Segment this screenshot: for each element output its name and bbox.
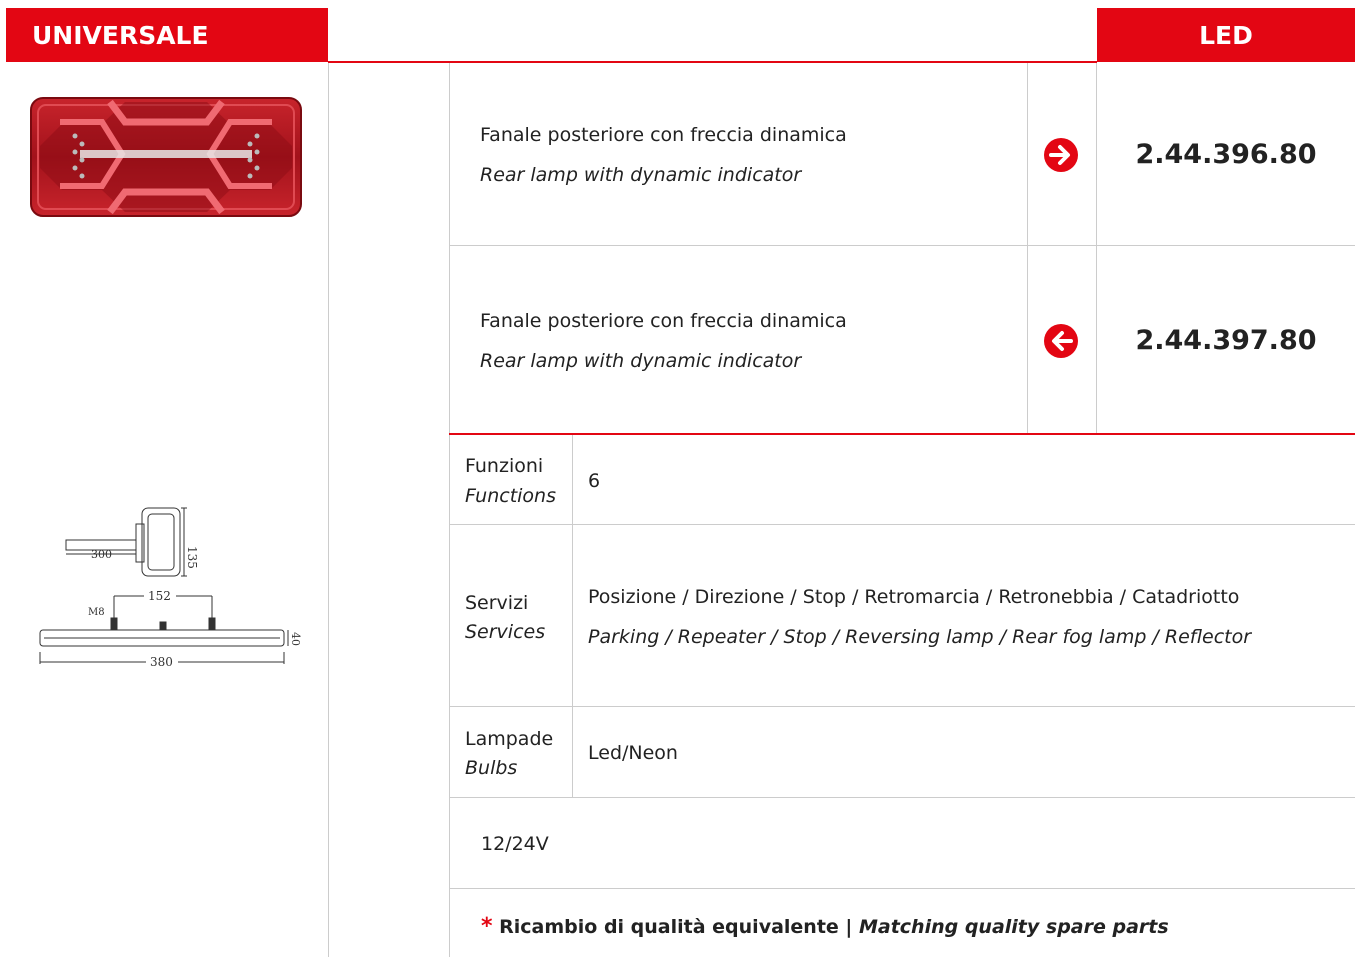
- bulbs-label-en: Bulbs: [465, 757, 518, 779]
- bulbs-value: Led/Neon: [588, 742, 678, 764]
- depth-dimension-label: 40: [289, 632, 302, 646]
- product-1-desc-en: Rear lamp with dynamic indicator: [480, 164, 802, 186]
- bulbs-label-it: Lampade: [465, 728, 554, 750]
- footnote: * Ricambio di qualità equivalente | Matc…: [481, 914, 1169, 939]
- technical-drawing: 135 300 152 M8 380 40: [39, 507, 302, 669]
- arrow-column-divider: [1027, 63, 1028, 434]
- width-dimension-label: 380: [150, 655, 173, 669]
- footnote-text-en: Matching quality spare parts: [858, 916, 1169, 938]
- product-2-code: 2.44.397.80: [1135, 325, 1317, 356]
- spec-row-divider-2: [449, 706, 1355, 707]
- type-header: LED: [1097, 8, 1355, 62]
- functions-label-it: Funzioni: [465, 455, 544, 477]
- specs-divider: [449, 433, 1355, 435]
- product-1-desc-it: Fanale posteriore con freccia dinamica: [480, 124, 847, 146]
- height-dimension-label: 135: [185, 546, 199, 569]
- spacing-dimension-label: 152: [148, 589, 171, 603]
- left-column-divider: [328, 63, 329, 957]
- services-label-it: Servizi: [465, 592, 529, 614]
- category-header: UNIVERSALE: [6, 8, 328, 62]
- spec-row-divider-1: [449, 524, 1355, 525]
- services-value-en: Parking / Repeater / Stop / Reversing la…: [588, 626, 1252, 648]
- thread-label: M8: [88, 607, 105, 618]
- spec-label-divider: [572, 435, 573, 797]
- length-dimension-label: 300: [91, 548, 112, 561]
- product-photo: [30, 97, 302, 217]
- services-label-en: Services: [465, 621, 546, 643]
- code-column-divider: [1096, 63, 1097, 434]
- product-row-divider: [449, 245, 1355, 246]
- services-value-it: Posizione / Direzione / Stop / Retromarc…: [588, 586, 1240, 608]
- product-1-code: 2.44.396.80: [1135, 139, 1317, 170]
- footnote-text-it: Ricambio di qualità equivalente |: [499, 916, 859, 938]
- functions-label-en: Functions: [465, 485, 556, 507]
- functions-value: 6: [588, 470, 601, 492]
- header-divider: [328, 61, 1097, 63]
- footnote-star: *: [481, 914, 493, 939]
- spec-row-divider-4: [449, 888, 1355, 889]
- arrow-left-circle-icon: [1044, 324, 1078, 358]
- spec-row-divider-3: [449, 797, 1355, 798]
- product-2-desc-en: Rear lamp with dynamic indicator: [480, 350, 802, 372]
- voltage-value: 12/24V: [481, 833, 549, 855]
- product-2-desc-it: Fanale posteriore con freccia dinamica: [480, 310, 847, 332]
- arrow-right-circle-icon: [1044, 138, 1078, 172]
- table-left-border: [449, 63, 450, 957]
